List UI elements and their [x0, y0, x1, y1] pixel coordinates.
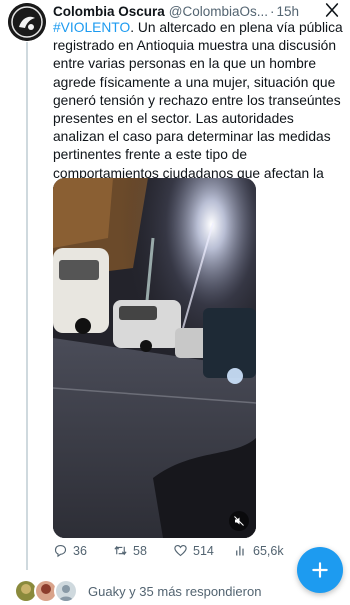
- author-name[interactable]: Colombia Oscura: [53, 4, 165, 19]
- close-x-icon[interactable]: [324, 2, 342, 20]
- reply-icon: [54, 544, 67, 558]
- replies-summary-text: Guaky y 35 más respondieron: [88, 583, 262, 599]
- replier-avatar-default: [54, 579, 78, 603]
- compose-plus-icon: [312, 562, 328, 578]
- separator-dot: ·: [270, 3, 275, 19]
- reply-count: 36: [73, 543, 87, 558]
- tweet-body: #VIOLENTO. Un altercado en plena vía púb…: [53, 19, 345, 201]
- tweet-body-text: . Un altercado en plena vía pública regi…: [53, 20, 343, 199]
- hashtag-link[interactable]: #VIOLENTO: [53, 20, 130, 35]
- tweet-video[interactable]: [53, 178, 256, 538]
- like-icon: [174, 544, 187, 557]
- retweet-count: 58: [133, 543, 147, 558]
- retweet-icon: [114, 545, 127, 556]
- views-count: 65,6k: [253, 543, 284, 558]
- views-icon: [236, 546, 244, 556]
- retweet-button[interactable]: 58: [113, 543, 147, 558]
- author-handle[interactable]: @ColombiaOs...: [169, 4, 268, 19]
- like-count: 514: [193, 543, 214, 558]
- tweet-time[interactable]: 15h: [277, 4, 300, 19]
- replies-summary[interactable]: Guaky y 35 más respondieron: [14, 577, 261, 605]
- reply-button[interactable]: 36: [53, 543, 87, 558]
- thread-line: [26, 42, 28, 570]
- mute-icon[interactable]: [229, 511, 249, 531]
- compose-button[interactable]: [297, 547, 343, 593]
- author-avatar[interactable]: [8, 3, 46, 41]
- tweet-header: Colombia Oscura @ColombiaOs... · 15h: [53, 2, 343, 20]
- views-button[interactable]: 65,6k: [233, 543, 284, 558]
- like-button[interactable]: 514: [173, 543, 214, 558]
